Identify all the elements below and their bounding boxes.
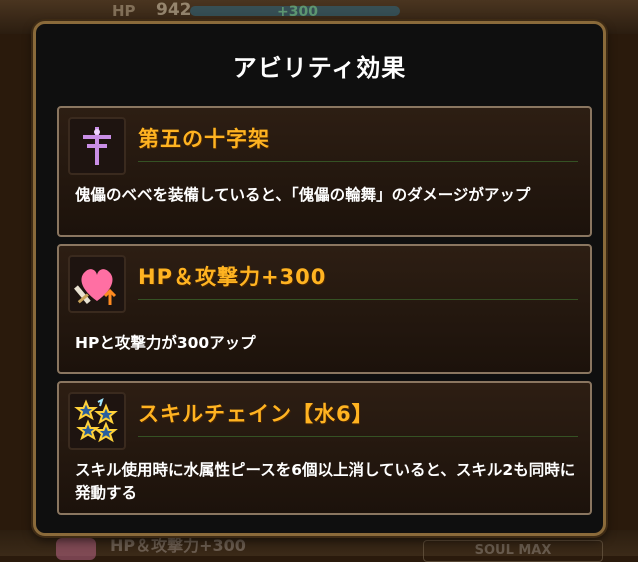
soul-max-button[interactable]: SOUL MAX	[423, 540, 603, 562]
heart-sword-icon	[68, 255, 126, 313]
ability-description: スキル使用時に水属性ピースを6個以上消していると、スキル2も同時に発動する	[75, 461, 576, 502]
hp-value: 942	[156, 0, 192, 20]
ability-title: 第五の十字架	[138, 127, 270, 151]
ability-description: 傀儡のベベを装備していると、「傀儡の輪舞」のダメージがアップ	[75, 186, 531, 204]
hp-label: HP	[112, 2, 136, 20]
ability-description: HPと攻撃力が300アップ	[75, 334, 256, 352]
heart-icon	[56, 538, 96, 560]
ability-title: HP＆攻撃力+300	[138, 265, 327, 289]
ability-card-2: HP＆攻撃力+300 HPと攻撃力が300アップ	[57, 244, 592, 374]
divider	[138, 299, 578, 300]
divider	[138, 161, 578, 162]
stars-icon	[68, 392, 126, 450]
hp-bonus: +300	[277, 4, 318, 20]
ability-card-3: スキルチェイン【水6】 スキル使用時に水属性ピースを6個以上消していると、スキル…	[57, 381, 592, 515]
divider	[138, 436, 578, 437]
ability-card-1: 第五の十字架 傀儡のベベを装備していると、「傀儡の輪舞」のダメージがアップ	[57, 106, 592, 237]
modal-title: アビリティ効果	[232, 54, 407, 82]
cross-icon	[68, 117, 126, 175]
ability-title: スキルチェイン【水6】	[138, 402, 374, 426]
ability-modal[interactable]: アビリティ効果 第五の十字架 傀儡のベベを装備していると、「傀儡の輪舞」のダメー…	[33, 21, 606, 536]
